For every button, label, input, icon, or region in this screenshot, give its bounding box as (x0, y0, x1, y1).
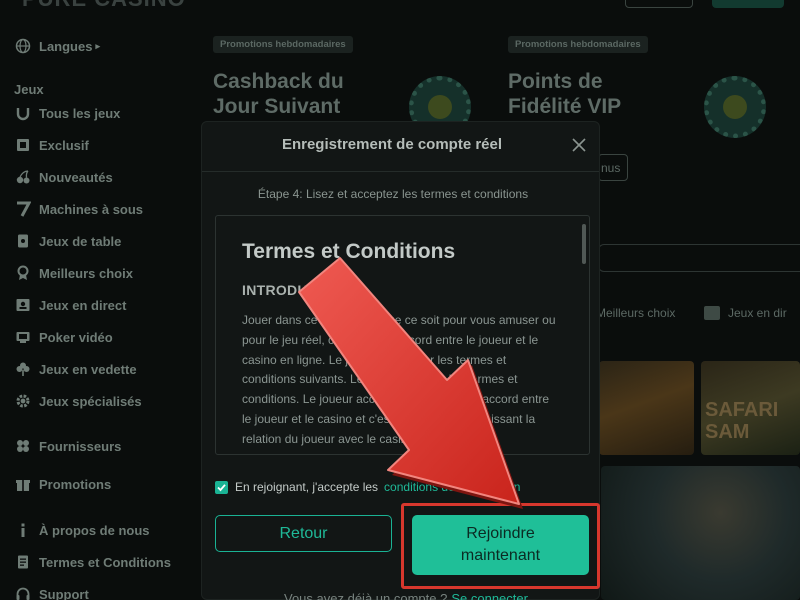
game-tile[interactable] (599, 361, 694, 455)
sidebar-item-label: Exclusif (39, 137, 89, 153)
terms-scrollbar[interactable] (582, 224, 586, 264)
close-button[interactable] (570, 136, 588, 154)
sidebar-item-specialty[interactable]: Jeux spécialisés (14, 391, 142, 411)
horseshoe-icon (14, 105, 31, 122)
gift-icon (14, 476, 31, 493)
modal-divider (202, 171, 599, 172)
step-indicator: Étape 4: Lisez et acceptez les termes et… (257, 187, 529, 201)
join-now-button[interactable]: Rejoindre maintenant (412, 515, 589, 575)
video-poker-icon (14, 329, 31, 346)
sidebar-item-label: Langues (39, 38, 93, 54)
registration-modal: Enregistrement de compte réel Étape 4: L… (201, 121, 600, 600)
terms-body-text: Jouer dans ce casino, qui que ce soit po… (242, 313, 556, 446)
bonus-button[interactable]: nus (598, 154, 628, 181)
terms-scroll-area[interactable]: Termes et Conditions INTRODUCTION Jouer … (215, 215, 590, 455)
category-label: Jeux en dir (728, 306, 787, 320)
sidebar-item-table-games[interactable]: Jeux de table (14, 231, 121, 251)
sidebar-item-label: Jeux en direct (39, 297, 127, 313)
live-dealer-icon (704, 306, 720, 320)
terms-title: Termes et Conditions (242, 240, 456, 263)
sidebar-heading-games: Jeux (14, 82, 44, 97)
promo-card-cashback[interactable]: Promotions hebdomadaires Cashback du Jou… (213, 34, 471, 138)
exclusive-icon (14, 137, 31, 154)
promo-title: Points de Fidélité VIP (508, 70, 622, 118)
sidebar-item-label: Termes et Conditions (39, 554, 171, 570)
sidebar-item-languages[interactable]: Langues ▸ (14, 36, 100, 56)
card-icon (14, 233, 31, 250)
casino-chip-image (704, 76, 766, 138)
sidebar-item-support[interactable]: Support (14, 584, 89, 600)
terms-content: Termes et Conditions INTRODUCTION Jouer … (242, 240, 557, 450)
document-icon (14, 554, 31, 571)
back-button[interactable]: Retour (215, 515, 392, 552)
providers-icon (14, 438, 31, 455)
sidebar-item-featured[interactable]: Jeux en vedette (14, 359, 137, 379)
cherries-icon (14, 169, 31, 186)
sidebar-item-label: À propos de nous (39, 522, 150, 538)
sidebar-item-label: Promotions (39, 476, 112, 492)
checkmark-icon (217, 483, 226, 491)
sidebar-item-exclusive[interactable]: Exclusif (14, 135, 89, 155)
sidebar-item-label: Support (39, 586, 89, 600)
category-tab-live[interactable]: Jeux en dir (704, 306, 787, 320)
sidebar-item-label: Jeux en vedette (39, 361, 137, 377)
sidebar-item-top-picks[interactable]: Meilleurs choix (14, 263, 133, 283)
sidebar-item-slots[interactable]: Machines à sous (14, 199, 143, 219)
category-label: Meilleurs choix (596, 306, 676, 320)
info-icon (14, 522, 31, 539)
category-tab-top-picks[interactable]: Meilleurs choix (596, 306, 675, 320)
live-dealer-icon (14, 297, 31, 314)
sidebar-item-label: Tous les jeux (39, 105, 121, 121)
sidebar-item-live-games[interactable]: Jeux en direct (14, 295, 126, 315)
login-link[interactable]: Se connecter (451, 591, 528, 600)
sidebar-item-about[interactable]: À propos de nous (14, 520, 150, 540)
caret-right-icon: ▸ (95, 40, 100, 51)
promo-card-vip[interactable]: Promotions hebdomadaires Points de Fidél… (508, 34, 766, 138)
headset-icon (14, 586, 31, 600)
sidebar-item-label: Jeux de table (39, 233, 122, 249)
game-tile[interactable] (601, 466, 800, 600)
gear-icon (14, 393, 31, 410)
sidebar-item-all-games[interactable]: Tous les jeux (14, 103, 120, 123)
terms-link[interactable]: conditions de l'application (384, 480, 520, 494)
promo-tag: Promotions hebdomadaires (213, 36, 353, 53)
accept-terms-label: En rejoignant, j'accepte les (235, 480, 379, 494)
sidebar-item-video-poker[interactable]: Poker vidéo (14, 327, 113, 347)
sidebar: Langues ▸ Jeux Tous les jeux Exclusif No… (0, 0, 200, 600)
game-tile-title: SAFARI SAM (705, 399, 779, 443)
terms-section-heading: INTRODUCTION (242, 282, 353, 298)
sidebar-item-label: Jeux spécialisés (39, 393, 142, 409)
sidebar-item-label: Meilleurs choix (39, 265, 133, 281)
sidebar-item-promotions[interactable]: Promotions (14, 474, 111, 494)
globe-icon (14, 38, 31, 55)
accept-terms-row: En rejoignant, j'accepte les conditions … (215, 479, 520, 495)
sidebar-item-label: Poker vidéo (39, 329, 113, 345)
login-header-button[interactable] (625, 0, 693, 8)
join-now-label: Rejoindre maintenant (460, 525, 541, 564)
game-tile-safari-sam[interactable]: SAFARI SAM (701, 361, 800, 455)
clover-icon (14, 361, 31, 378)
accept-terms-checkbox[interactable] (215, 480, 228, 494)
seven-icon (14, 201, 31, 218)
sidebar-item-providers[interactable]: Fournisseurs (14, 436, 121, 456)
sidebar-item-label: Nouveautés (39, 169, 113, 185)
game-search-input[interactable] (598, 244, 800, 272)
promo-title: Cashback du Jour Suivant (213, 70, 344, 118)
sidebar-item-new[interactable]: Nouveautés (14, 167, 113, 187)
promo-tag: Promotions hebdomadaires (508, 36, 648, 53)
register-header-button[interactable] (712, 0, 784, 8)
sidebar-item-label: Fournisseurs (39, 438, 122, 454)
sidebar-item-terms[interactable]: Termes et Conditions (14, 552, 171, 572)
login-prompt-text: Vous avez déjà un compte ? (284, 591, 448, 600)
medal-icon (14, 265, 31, 282)
close-icon (572, 138, 586, 152)
login-prompt: Vous avez déjà un compte ? Se connecter (284, 591, 528, 600)
sidebar-item-label: Machines à sous (39, 201, 144, 217)
modal-title: Enregistrement de compte réel (281, 136, 503, 153)
